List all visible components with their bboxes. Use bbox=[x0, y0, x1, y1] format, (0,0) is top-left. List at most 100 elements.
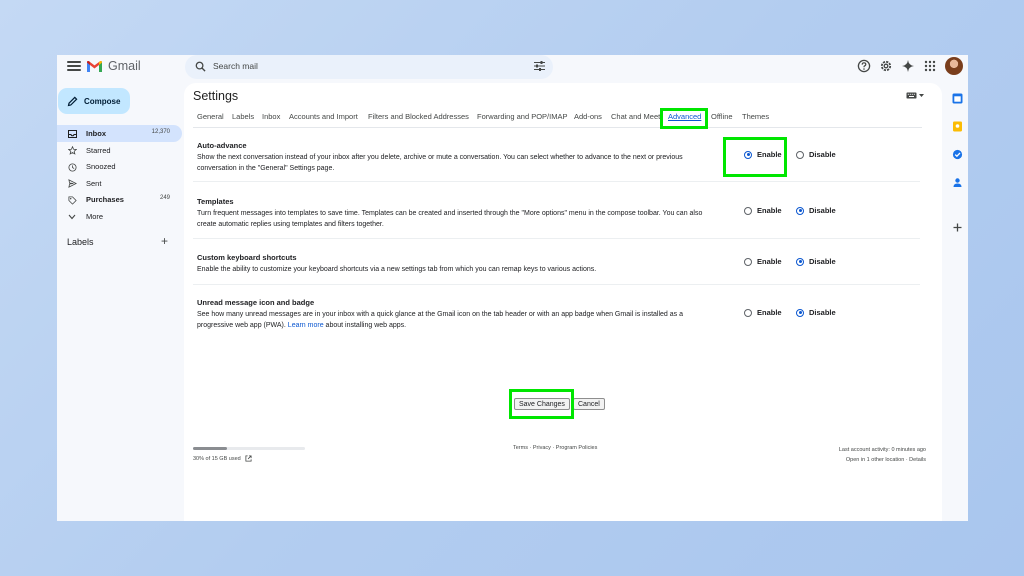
apps-grid-icon[interactable] bbox=[923, 59, 937, 73]
enable-label: Enable bbox=[757, 150, 782, 159]
last-activity-text: Last account activity: 0 minutes ago bbox=[838, 447, 926, 453]
search-bar[interactable]: Search mail bbox=[185, 55, 553, 79]
labels-heading: Labels bbox=[67, 237, 94, 247]
add-label-button[interactable]: + bbox=[161, 234, 168, 248]
pencil-icon bbox=[67, 96, 78, 106]
plus-icon bbox=[953, 223, 961, 231]
avatar[interactable] bbox=[945, 57, 963, 75]
setting-description: See how many unread messages are in your… bbox=[197, 310, 707, 331]
search-options-icon[interactable] bbox=[534, 61, 545, 71]
search-icon[interactable] bbox=[195, 61, 206, 72]
templates-disable-option[interactable]: Disable bbox=[796, 206, 836, 215]
add-app-button[interactable] bbox=[950, 220, 964, 234]
gmail-logo[interactable]: Gmail bbox=[86, 59, 141, 73]
clock-icon bbox=[67, 162, 77, 172]
auto-advance-disable-radio[interactable] bbox=[796, 150, 804, 159]
sidebar-item-label: Purchases bbox=[86, 195, 124, 204]
gear-icon[interactable] bbox=[879, 59, 893, 73]
sidebar-item-label: Inbox bbox=[86, 129, 106, 138]
star-icon bbox=[67, 146, 77, 155]
compose-label: Compose bbox=[84, 96, 121, 106]
unread-badge-disable-radio[interactable] bbox=[796, 308, 804, 317]
sidebar-item-purchases[interactable]: Purchases 249 bbox=[57, 191, 182, 208]
enable-label: Enable bbox=[757, 308, 782, 317]
tasks-icon bbox=[952, 149, 962, 159]
settings-panel: Settings General Labels Inbox Accounts a… bbox=[184, 83, 942, 521]
gmail-m-icon bbox=[87, 60, 102, 72]
sidebar-nav: Inbox 12,370 Starred Snoozed Sent Purcha… bbox=[57, 125, 182, 224]
unread-badge-enable-option[interactable]: Enable bbox=[744, 308, 782, 317]
setting-description: Show the next conversation instead of yo… bbox=[197, 154, 683, 172]
disable-label: Disable bbox=[809, 206, 836, 215]
tab-labels[interactable]: Labels bbox=[232, 112, 254, 121]
details-link[interactable]: Open in 1 other location · Details bbox=[839, 455, 926, 465]
disable-label: Disable bbox=[809, 257, 836, 266]
setting-description-suffix: about installing web apps. bbox=[325, 321, 407, 329]
tab-chat-and-meet[interactable]: Chat and Meet bbox=[611, 112, 660, 121]
tab-advanced[interactable]: Advanced bbox=[668, 112, 701, 121]
calendar-icon bbox=[952, 93, 962, 103]
calendar-app-icon[interactable] bbox=[950, 91, 964, 105]
auto-advance-disable-option[interactable]: Disable bbox=[796, 150, 836, 159]
sidebar-item-more[interactable]: More bbox=[57, 208, 182, 225]
external-link-icon[interactable] bbox=[245, 455, 252, 462]
cancel-button[interactable]: Cancel bbox=[573, 398, 605, 410]
app-name: Gmail bbox=[108, 59, 141, 73]
keep-icon bbox=[952, 121, 962, 131]
tab-add-ons[interactable]: Add-ons bbox=[574, 112, 602, 121]
caret-down-icon bbox=[919, 94, 924, 97]
sidebar-item-label: Sent bbox=[86, 178, 102, 188]
tab-inbox[interactable]: Inbox bbox=[262, 112, 280, 121]
setting-title: Auto-advance bbox=[197, 141, 247, 150]
tab-general[interactable]: General bbox=[197, 112, 224, 121]
contacts-app-icon[interactable] bbox=[950, 175, 964, 189]
enable-label: Enable bbox=[757, 257, 782, 266]
keep-app-icon[interactable] bbox=[950, 119, 964, 133]
save-changes-button[interactable]: Save Changes bbox=[514, 398, 570, 410]
search-input[interactable]: Search mail bbox=[213, 61, 258, 71]
help-icon[interactable] bbox=[857, 59, 871, 73]
main-menu-icon[interactable] bbox=[67, 61, 81, 71]
sidebar-item-sent[interactable]: Sent bbox=[57, 175, 182, 192]
sidebar-item-label: Starred bbox=[86, 145, 111, 155]
tasks-app-icon[interactable] bbox=[950, 147, 964, 161]
setting-title: Templates bbox=[197, 197, 234, 206]
chevron-down-icon bbox=[68, 214, 76, 219]
footer-links[interactable]: Terms · Privacy · Program Policies bbox=[513, 445, 597, 451]
compose-button[interactable]: Compose bbox=[58, 88, 130, 114]
shortcuts-disable-radio[interactable] bbox=[796, 257, 804, 266]
tab-offline[interactable]: Offline bbox=[711, 112, 733, 121]
account-activity: Last account activity: 0 minutes ago Ope… bbox=[839, 445, 926, 465]
setting-description: Turn frequent messages into templates to… bbox=[197, 210, 703, 228]
tab-themes[interactable]: Themes bbox=[742, 112, 769, 121]
templates-enable-option[interactable]: Enable bbox=[744, 206, 782, 215]
unread-badge-disable-option[interactable]: Disable bbox=[796, 308, 836, 317]
shortcuts-enable-option[interactable]: Enable bbox=[744, 257, 782, 266]
storage-usage-text: 30% of 15 GB used bbox=[193, 455, 241, 462]
gmail-window: Gmail Search mail Compose Inbox 12,370 S… bbox=[57, 55, 968, 521]
sidebar-item-starred[interactable]: Starred bbox=[57, 142, 182, 159]
gemini-spark-icon[interactable] bbox=[901, 59, 915, 73]
setting-description-text: See how many unread messages are in your… bbox=[197, 311, 684, 329]
section-divider bbox=[193, 238, 920, 239]
tab-forwarding-and-pop-imap[interactable]: Forwarding and POP/IMAP bbox=[477, 112, 567, 121]
page-title: Settings bbox=[193, 89, 239, 103]
auto-advance-enable-radio[interactable] bbox=[744, 150, 752, 159]
tab-accounts-and-import[interactable]: Accounts and Import bbox=[289, 112, 358, 121]
unread-badge-enable-radio[interactable] bbox=[744, 308, 752, 317]
sidebar-item-inbox[interactable]: Inbox 12,370 bbox=[57, 125, 182, 142]
disable-label: Disable bbox=[809, 150, 836, 159]
sidebar-item-snoozed[interactable]: Snoozed bbox=[57, 158, 182, 175]
sidebar-item-count: 249 bbox=[159, 195, 170, 201]
inbox-icon bbox=[67, 130, 77, 138]
setting-title: Unread message icon and badge bbox=[197, 298, 315, 307]
setting-description: Enable the ability to customize your key… bbox=[197, 266, 597, 273]
templates-disable-radio[interactable] bbox=[796, 206, 804, 215]
input-tools-toggle[interactable] bbox=[906, 92, 924, 99]
shortcuts-enable-radio[interactable] bbox=[744, 257, 752, 266]
shortcuts-disable-option[interactable]: Disable bbox=[796, 257, 836, 266]
tab-filters-and-blocked-addresses[interactable]: Filters and Blocked Addresses bbox=[368, 112, 469, 121]
auto-advance-enable-option[interactable]: Enable bbox=[744, 150, 782, 159]
learn-more-link[interactable]: Learn more bbox=[288, 322, 324, 329]
templates-enable-radio[interactable] bbox=[744, 206, 752, 215]
